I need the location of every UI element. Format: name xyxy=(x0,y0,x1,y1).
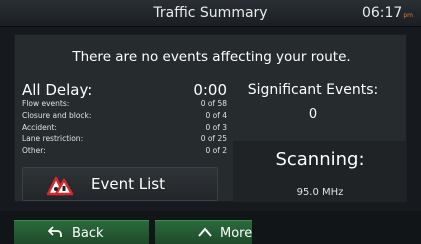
event-list-button[interactable]: Event List xyxy=(22,167,218,201)
category-label: Other: xyxy=(22,146,46,156)
clock-time: 06:17 xyxy=(361,5,403,21)
category-row: Other: 0 of 2 xyxy=(22,146,227,158)
chevron-up-icon xyxy=(198,227,212,237)
category-value: 0 of 3 xyxy=(205,122,227,132)
clock-suffix: pm xyxy=(403,12,413,19)
category-label: Lane restriction: xyxy=(22,134,84,144)
category-label: Flow events: xyxy=(22,99,70,108)
back-button[interactable]: Back xyxy=(14,220,149,244)
category-value: 0 of 25 xyxy=(200,134,227,144)
screen-title: Traffic Summary xyxy=(153,5,268,21)
category-value: 0 of 2 xyxy=(205,146,227,156)
all-delay-row: All Delay: 0:00 xyxy=(22,79,227,99)
significant-events-count: 0 xyxy=(308,107,318,122)
category-label: Closure and block: xyxy=(22,110,92,120)
clock: 06:17pm xyxy=(362,5,413,21)
category-row: Flow events: 0 of 58 xyxy=(22,99,227,111)
more-button[interactable]: More xyxy=(155,220,252,244)
category-row: Accident: 0 of 3 xyxy=(22,123,227,135)
all-delay-label: All Delay: xyxy=(22,81,93,99)
route-message: There are no events affecting your route… xyxy=(72,49,351,65)
title-bar: Traffic Summary 06:17pm xyxy=(0,0,421,27)
traffic-warning-icon xyxy=(46,176,74,196)
scanning-frequency: 95.0 MHz xyxy=(296,187,344,198)
significant-events-label: Significant Events: xyxy=(247,82,379,98)
category-row: Lane restriction: 0 of 25 xyxy=(22,134,227,146)
event-list-label: Event List xyxy=(91,175,165,193)
delay-summary: All Delay: 0:00 Flow events: 0 of 58 Clo… xyxy=(22,79,227,158)
scanning-panel: Scanning: 95.0 MHz xyxy=(233,141,407,202)
category-row: Closure and block: 0 of 4 xyxy=(22,111,227,123)
back-label: Back xyxy=(72,226,104,241)
all-delay-value: 0:00 xyxy=(193,81,227,99)
category-label: Accident: xyxy=(22,122,57,132)
back-arrow-icon xyxy=(48,226,62,237)
category-value: 0 of 58 xyxy=(200,99,227,108)
scanning-label: Scanning: xyxy=(275,149,365,170)
more-label: More xyxy=(220,226,253,241)
category-value: 0 of 4 xyxy=(205,110,227,120)
